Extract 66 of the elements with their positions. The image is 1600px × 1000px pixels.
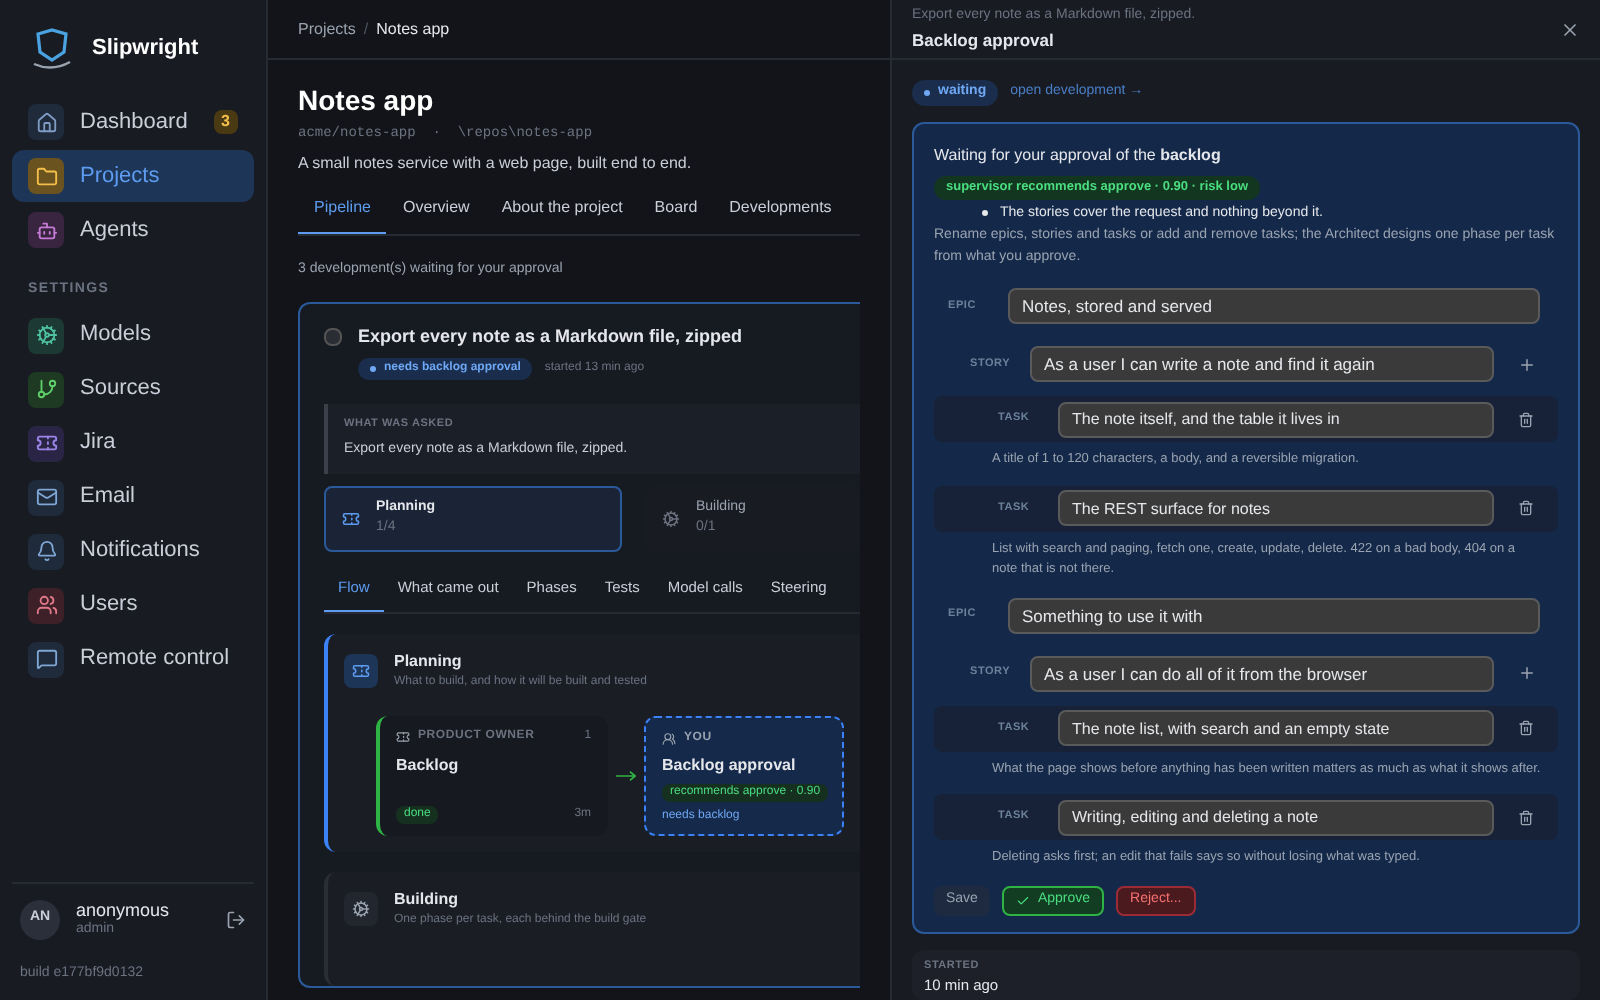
sidebar-item[interactable]: Dashboard 3 bbox=[12, 96, 254, 148]
breadcrumb-item[interactable]: Projects bbox=[298, 17, 356, 41]
task-field[interactable]: The note list, with search and an empty state bbox=[1058, 710, 1494, 746]
branch-icon bbox=[28, 371, 64, 407]
sidebar-item[interactable]: Models bbox=[12, 309, 254, 361]
node-title: Backlog approval bbox=[662, 754, 798, 778]
home-icon bbox=[28, 104, 64, 140]
checkbox[interactable] bbox=[324, 327, 342, 345]
users-icon bbox=[28, 587, 64, 623]
chat-icon bbox=[28, 641, 64, 677]
tab[interactable]: Board bbox=[638, 196, 714, 234]
tab[interactable]: Developments bbox=[713, 196, 848, 234]
tab[interactable]: Pipeline bbox=[298, 196, 387, 234]
gear-icon bbox=[28, 317, 64, 353]
people-icon bbox=[662, 732, 676, 746]
project-description: A small notes service with a web page, built end to end. bbox=[298, 152, 694, 176]
sidebar-item[interactable]: Remote control bbox=[12, 633, 254, 685]
sidebar-item[interactable]: Notifications bbox=[12, 525, 254, 577]
trash-icon[interactable] bbox=[1518, 500, 1534, 516]
epic-field[interactable]: Notes, stored and served bbox=[1008, 288, 1540, 324]
drawer-title: Backlog approval bbox=[912, 27, 1056, 53]
sidebar-item[interactable]: Jira bbox=[12, 417, 254, 469]
story-field[interactable]: As a user I can do all of it from the browser bbox=[1030, 655, 1494, 691]
page-title: Notes app bbox=[298, 84, 436, 119]
task-field[interactable]: The note itself, and the table it lives in bbox=[1058, 401, 1494, 437]
breadcrumb-separator: / bbox=[363, 17, 369, 41]
tab[interactable]: Overview bbox=[386, 196, 486, 234]
tab[interactable]: About the project bbox=[485, 196, 639, 234]
bell-icon bbox=[28, 533, 64, 569]
gear-icon bbox=[344, 892, 378, 926]
trash-icon[interactable] bbox=[1518, 809, 1534, 825]
check-icon bbox=[1015, 893, 1030, 907]
robot-icon bbox=[28, 212, 64, 248]
ticket-icon bbox=[396, 730, 410, 744]
mail-icon bbox=[28, 479, 64, 515]
section-title: Building bbox=[394, 888, 460, 912]
sidebar-item[interactable]: Email bbox=[12, 471, 254, 523]
section-title: Planning bbox=[394, 650, 464, 674]
gear-icon bbox=[662, 509, 680, 528]
task-field[interactable]: The REST surface for notes bbox=[1058, 490, 1494, 526]
close-icon[interactable] bbox=[1560, 19, 1580, 40]
development-title: Export every note as a Markdown file, zipped bbox=[358, 323, 743, 350]
sidebar-item[interactable]: Users bbox=[12, 579, 254, 631]
ticket-icon bbox=[342, 509, 360, 528]
user-name: anonymous bbox=[76, 899, 172, 921]
sidebar-item[interactable]: Projects bbox=[12, 150, 254, 202]
trash-icon[interactable] bbox=[1518, 720, 1534, 736]
sidebar-item[interactable]: Agents bbox=[12, 204, 254, 256]
ticket-icon bbox=[344, 654, 378, 688]
story-field[interactable]: As a user I can write a note and find it again bbox=[1030, 346, 1494, 382]
trash-icon[interactable] bbox=[1518, 411, 1534, 427]
logo-icon bbox=[28, 24, 76, 72]
app-name: Slipwright bbox=[92, 33, 199, 64]
node-title: Backlog bbox=[396, 754, 461, 778]
breadcrumb-item: Notes app bbox=[376, 17, 450, 41]
add-icon[interactable] bbox=[1518, 355, 1536, 373]
add-icon[interactable] bbox=[1518, 664, 1536, 682]
task-field[interactable]: Writing, editing and deleting a note bbox=[1058, 799, 1494, 835]
approval-heading: Waiting for your approval of the backlog bbox=[934, 143, 1223, 168]
folder-icon bbox=[28, 158, 64, 194]
logout-icon[interactable] bbox=[226, 909, 246, 929]
ticket-icon bbox=[28, 425, 64, 461]
sidebar-item[interactable]: Sources bbox=[12, 363, 254, 415]
flow-arrow bbox=[615, 770, 636, 782]
count-badge: 3 bbox=[213, 110, 238, 134]
epic-field[interactable]: Something to use it with bbox=[1008, 597, 1540, 633]
